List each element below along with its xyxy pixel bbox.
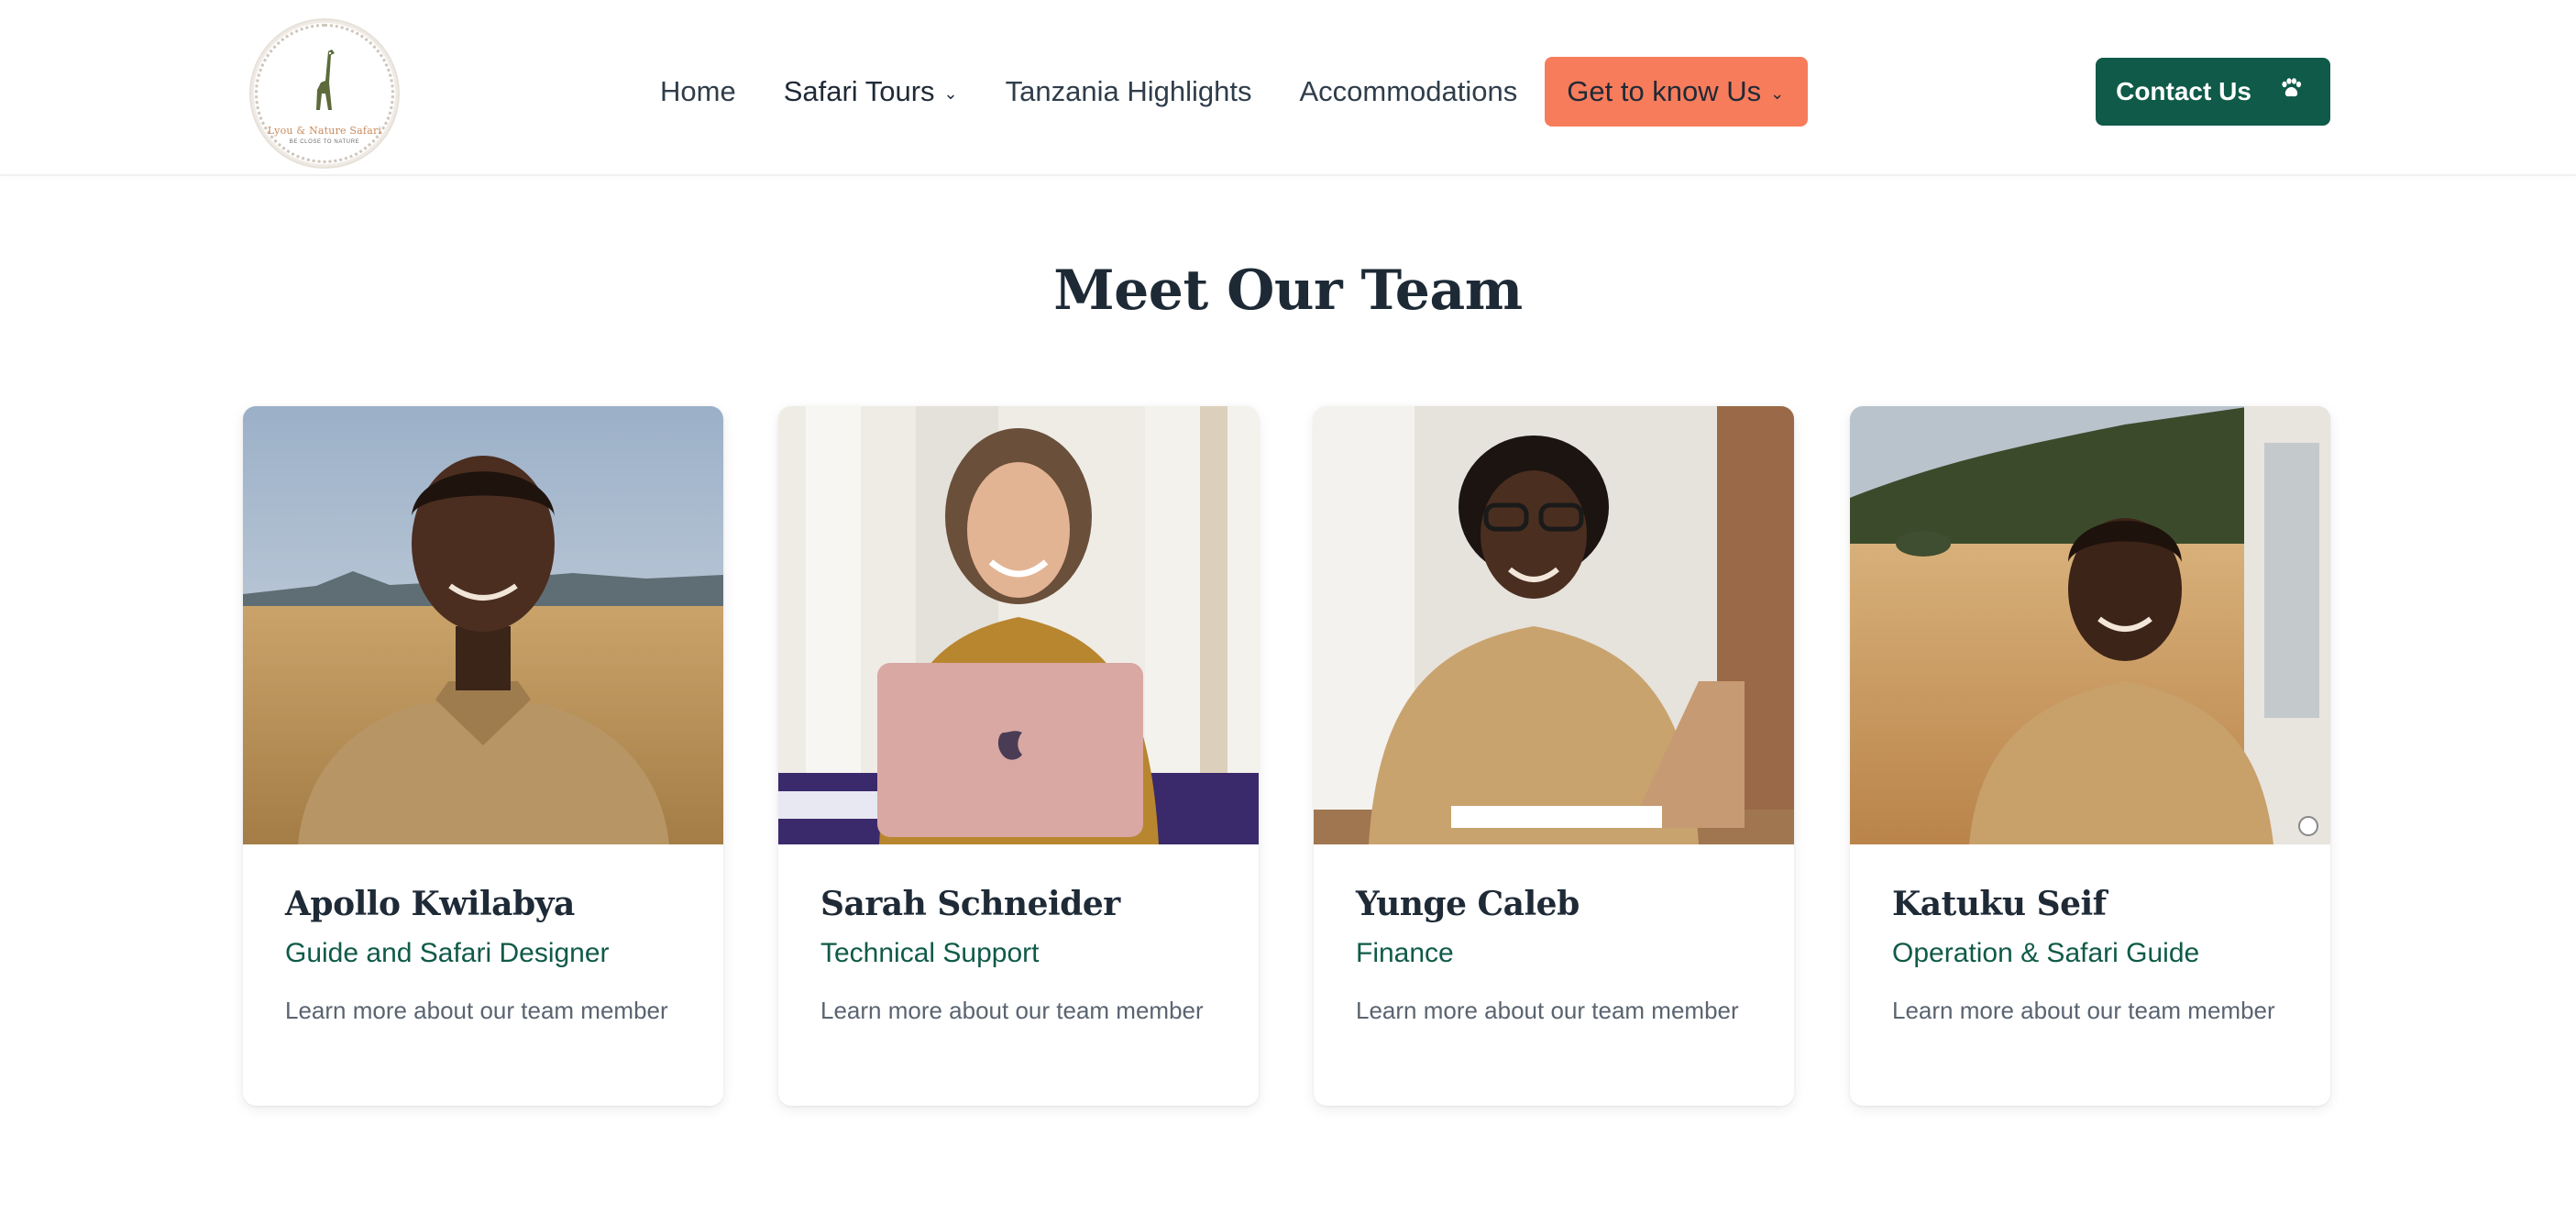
brand-logo[interactable]: Lyou & Nature Safari BE CLOSE TO NATURE — [249, 18, 400, 169]
team-member-name: Yunge Caleb — [1356, 885, 1580, 923]
team-member-photo — [1314, 406, 1794, 844]
paw-icon — [2279, 77, 2303, 106]
team-member-role: Finance — [1356, 938, 1454, 968]
team-grid: Apollo Kwilabya Guide and Safari Designe… — [243, 406, 2330, 1106]
nav-item-label: Accommodations — [1299, 75, 1518, 107]
team-member-photo — [1850, 406, 2330, 844]
giraffe-icon — [316, 50, 335, 110]
team-member-description: Learn more about our team member — [285, 997, 668, 1024]
logo-text: Lyou & Nature Safari — [267, 125, 382, 137]
nav-item-label: Safari Tours — [783, 75, 935, 107]
main-nav: Home Safari Tours ⌄ Tanzania Highlights … — [660, 57, 1809, 127]
section-title: Meet Our Team — [1053, 259, 1523, 323]
logo-subtext: BE CLOSE TO NATURE — [289, 139, 360, 145]
team-member-name: Apollo Kwilabya — [285, 885, 575, 923]
team-member-description: Learn more about our team member — [1892, 997, 2275, 1024]
nav-item-home[interactable]: Home — [660, 75, 736, 108]
team-member-role: Guide and Safari Designer — [285, 938, 610, 968]
team-member-name: Katuku Seif — [1892, 885, 2107, 923]
team-card[interactable]: Katuku Seif Operation & Safari Guide Lea… — [1850, 406, 2330, 1106]
nav-item-label: Tanzania Highlights — [1005, 75, 1252, 107]
contact-us-button[interactable]: Contact Us — [2096, 58, 2330, 126]
team-member-description: Learn more about our team member — [820, 997, 1204, 1024]
nav-item-label: Home — [660, 75, 736, 107]
team-member-role: Technical Support — [820, 938, 1040, 968]
team-member-name: Sarah Schneider — [820, 885, 1120, 923]
site-header: Lyou & Nature Safari BE CLOSE TO NATURE … — [0, 0, 2576, 176]
team-card[interactable]: Apollo Kwilabya Guide and Safari Designe… — [243, 406, 723, 1106]
chevron-down-icon: ⌄ — [1770, 83, 1785, 103]
get-to-know-us-button[interactable]: Get to know Us ⌄ — [1545, 57, 1809, 127]
team-member-role: Operation & Safari Guide — [1892, 938, 2200, 968]
team-member-description: Learn more about our team member — [1356, 997, 1739, 1024]
team-card[interactable]: Yunge Caleb Finance Learn more about our… — [1314, 406, 1794, 1106]
nav-item-safari-tours[interactable]: Safari Tours ⌄ — [784, 75, 958, 108]
nav-cta-label: Get to know Us — [1567, 75, 1762, 107]
contact-us-label: Contact Us — [2116, 77, 2251, 105]
chevron-down-icon: ⌄ — [943, 83, 958, 103]
team-card[interactable]: Sarah Schneider Technical Support Learn … — [778, 406, 1259, 1106]
nav-item-tanzania-highlights[interactable]: Tanzania Highlights — [1006, 75, 1252, 108]
team-member-photo — [778, 406, 1259, 844]
nav-item-accommodations[interactable]: Accommodations — [1299, 75, 1517, 108]
team-member-photo — [243, 406, 723, 844]
